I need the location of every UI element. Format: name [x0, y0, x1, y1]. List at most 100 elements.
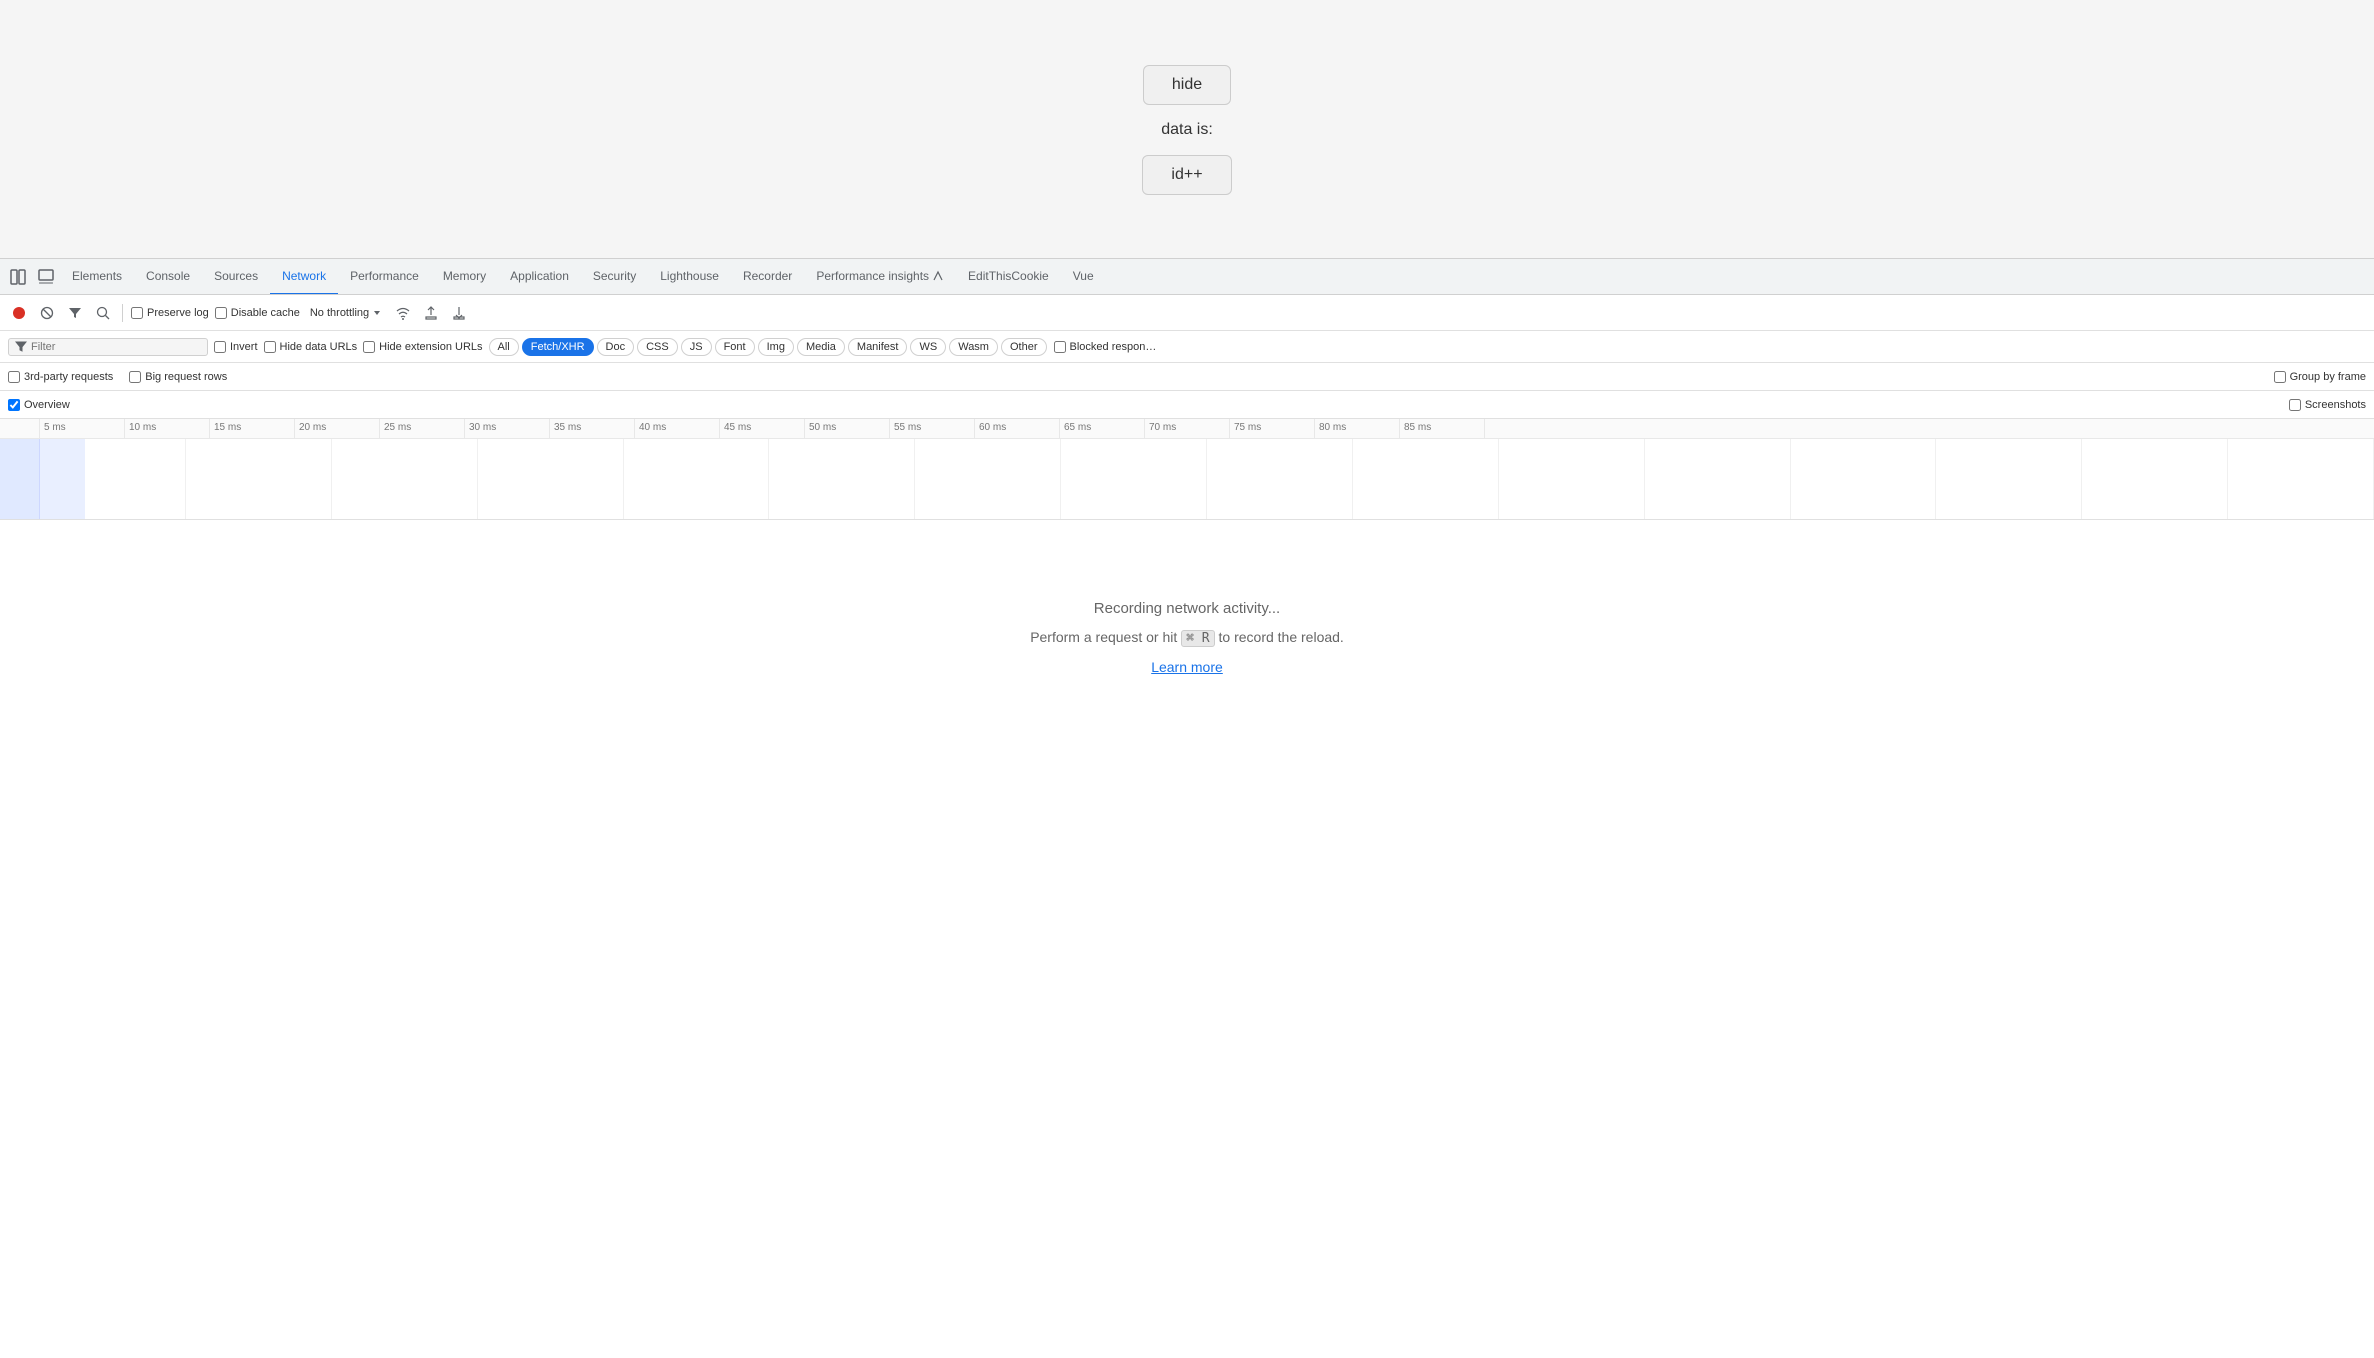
big-rows-checkbox[interactable] [129, 371, 141, 383]
timeline-label-10: 50 ms [805, 419, 890, 438]
timeline-col-5 [624, 439, 770, 519]
timeline-container: 5 ms 10 ms 15 ms 20 ms 25 ms 30 ms 35 ms… [0, 419, 2374, 520]
hide-data-urls-checkbox[interactable] [264, 341, 276, 353]
tab-performance[interactable]: Performance [338, 259, 431, 295]
screenshots-checkbox[interactable] [2289, 399, 2301, 411]
recording-subtitle: Perform a request or hit ⌘ R to record t… [1030, 629, 1344, 647]
id-button[interactable]: id++ [1142, 155, 1231, 195]
timeline-label-17: 85 ms [1400, 419, 1485, 438]
timeline-label-7: 35 ms [550, 419, 635, 438]
filter-other[interactable]: Other [1001, 338, 1047, 356]
timeline-label-2: 10 ms [125, 419, 210, 438]
blocked-response-checkbox[interactable] [1054, 341, 1066, 353]
timeline-col-9 [1207, 439, 1353, 519]
filter-wasm[interactable]: Wasm [949, 338, 998, 356]
overview-checkbox[interactable] [8, 399, 20, 411]
timeline-col-10 [1353, 439, 1499, 519]
timeline-col-16 [2228, 439, 2374, 519]
filter-fetch-xhr[interactable]: Fetch/XHR [522, 338, 594, 356]
filter-media[interactable]: Media [797, 338, 845, 356]
options-row-2: Overview Screenshots [0, 391, 2374, 419]
preserve-log-checkbox[interactable] [131, 307, 143, 319]
options-right: Group by frame [2274, 371, 2366, 383]
devtools-panel: Elements Console Sources Network Perform… [0, 258, 2374, 1358]
third-party-checkbox[interactable] [8, 371, 20, 383]
filter-css[interactable]: CSS [637, 338, 678, 356]
devtools-tab-bar: Elements Console Sources Network Perform… [0, 259, 2374, 295]
invert-checkbox-label[interactable]: Invert [214, 341, 258, 353]
filter-icon-button[interactable] [64, 302, 86, 324]
page-content: hide data is: id++ [0, 0, 2374, 260]
filter-font[interactable]: Font [715, 338, 755, 356]
tab-network[interactable]: Network [270, 259, 338, 295]
tab-editthiscookie[interactable]: EditThisCookie [956, 259, 1061, 295]
overview-right: Screenshots [2289, 399, 2366, 411]
hide-extension-urls-label[interactable]: Hide extension URLs [363, 341, 482, 353]
filter-doc[interactable]: Doc [597, 338, 635, 356]
timeline-label-0 [0, 419, 40, 438]
tab-performance-insights[interactable]: Performance insights [804, 259, 956, 295]
disable-cache-checkbox-label[interactable]: Disable cache [215, 307, 300, 319]
timeline-label-13: 65 ms [1060, 419, 1145, 438]
timeline-label-4: 20 ms [295, 419, 380, 438]
blocked-response-label[interactable]: Blocked respon… [1054, 338, 1157, 356]
screenshots-label[interactable]: Screenshots [2289, 399, 2366, 411]
invert-checkbox[interactable] [214, 341, 226, 353]
download-icon[interactable] [448, 302, 470, 324]
tab-lighthouse[interactable]: Lighthouse [648, 259, 731, 295]
big-rows-label[interactable]: Big request rows [129, 371, 227, 383]
third-party-label[interactable]: 3rd-party requests [8, 371, 113, 383]
overview-label[interactable]: Overview [8, 399, 70, 411]
filter-img[interactable]: Img [758, 338, 794, 356]
disable-cache-checkbox[interactable] [215, 307, 227, 319]
preserve-log-checkbox-label[interactable]: Preserve log [131, 307, 209, 319]
tab-elements[interactable]: Elements [60, 259, 134, 295]
hide-extension-urls-checkbox[interactable] [363, 341, 375, 353]
timeline-col-15 [2082, 439, 2228, 519]
filter-input-wrapper [8, 338, 208, 356]
timeline-col-14 [1936, 439, 2082, 519]
group-by-frame-label[interactable]: Group by frame [2274, 371, 2366, 383]
devtools-inspect-icon[interactable] [32, 263, 60, 291]
timeline-col-4 [478, 439, 624, 519]
tab-vue[interactable]: Vue [1061, 259, 1106, 295]
record-button[interactable] [8, 302, 30, 324]
separator-1 [122, 304, 123, 322]
timeline-label-1: 5 ms [40, 419, 125, 438]
tab-security[interactable]: Security [581, 259, 648, 295]
wifi-icon[interactable] [392, 302, 414, 324]
timeline-label-6: 30 ms [465, 419, 550, 438]
timeline-col-11 [1499, 439, 1645, 519]
tab-application[interactable]: Application [498, 259, 581, 295]
clear-button[interactable] [36, 302, 58, 324]
timeline-label-8: 40 ms [635, 419, 720, 438]
filter-row: Invert Hide data URLs Hide extension URL… [0, 331, 2374, 363]
filter-input[interactable] [31, 341, 171, 353]
upload-icon[interactable] [420, 302, 442, 324]
overview-left: Overview [8, 399, 70, 411]
tab-sources[interactable]: Sources [202, 259, 270, 295]
filter-all[interactable]: All [489, 338, 519, 356]
tab-console[interactable]: Console [134, 259, 202, 295]
timeline-col-12 [1645, 439, 1791, 519]
timeline-bars [0, 439, 2374, 519]
hide-data-urls-label[interactable]: Hide data URLs [264, 341, 358, 353]
filter-js[interactable]: JS [681, 338, 712, 356]
hide-button[interactable]: hide [1143, 65, 1231, 105]
group-by-frame-checkbox[interactable] [2274, 371, 2286, 383]
devtools-dock-icon[interactable] [4, 263, 32, 291]
timeline-col-7 [915, 439, 1061, 519]
throttle-select[interactable]: No throttling [306, 305, 386, 321]
timeline-label-5: 25 ms [380, 419, 465, 438]
keyboard-shortcut: ⌘ R [1181, 630, 1214, 647]
search-icon-button[interactable] [92, 302, 114, 324]
timeline-label-14: 70 ms [1145, 419, 1230, 438]
filter-ws[interactable]: WS [910, 338, 946, 356]
learn-more-link[interactable]: Learn more [1151, 659, 1223, 675]
tab-recorder[interactable]: Recorder [731, 259, 804, 295]
tab-memory[interactable]: Memory [431, 259, 498, 295]
filter-manifest[interactable]: Manifest [848, 338, 908, 356]
timeline-col-6 [769, 439, 915, 519]
empty-state: Recording network activity... Perform a … [0, 520, 2374, 755]
timeline-label-9: 45 ms [720, 419, 805, 438]
